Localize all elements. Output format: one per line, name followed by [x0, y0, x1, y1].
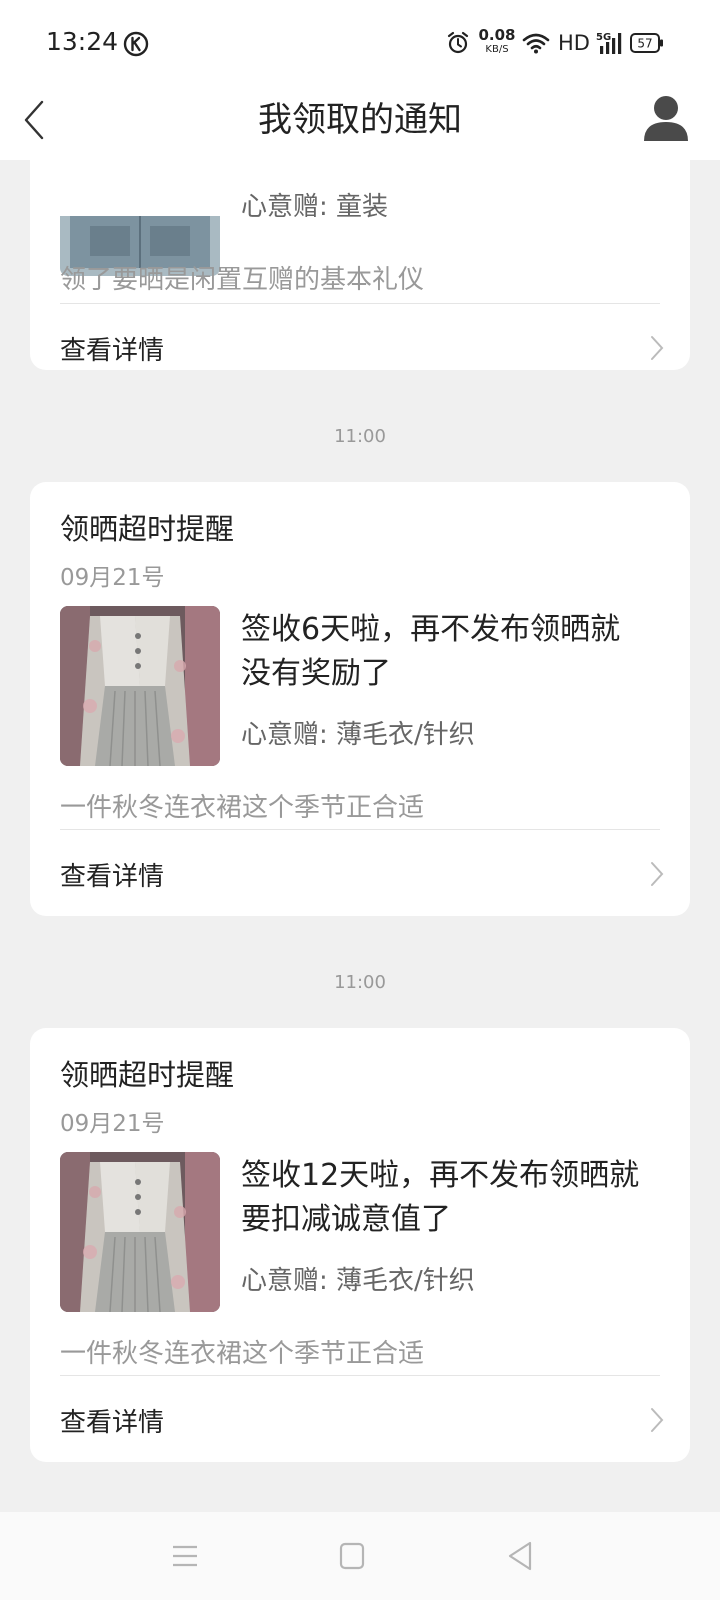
gift-category: 心意赠: 童装	[241, 192, 389, 222]
notification-card: 领晒超时提醒 09月21号	[30, 1028, 690, 1462]
notification-message: 签收12天啦，再不发布领晒就 要扣减诚意值了	[241, 1154, 661, 1242]
card-date: 09月21号	[60, 565, 165, 591]
network-speed-value: 0.08	[478, 26, 516, 44]
time-separator: 11:00	[334, 426, 386, 447]
hd-indicator: HD	[558, 31, 590, 55]
k-app-icon	[123, 31, 149, 57]
view-details-button[interactable]: 查看详情	[30, 304, 690, 390]
view-details-button[interactable]: 查看详情	[30, 1376, 690, 1462]
alarm-icon	[447, 31, 469, 54]
product-thumbnail-dress[interactable]	[60, 606, 220, 766]
avatar-button[interactable]	[640, 88, 692, 148]
header-bar: 我领取的通知	[0, 80, 720, 160]
menu-icon	[173, 1545, 197, 1567]
view-details-label: 查看详情	[60, 1408, 165, 1438]
time-separator: 11:00	[334, 972, 386, 993]
view-details-label: 查看详情	[60, 862, 165, 892]
notification-message-line2: 没有奖励了	[241, 656, 391, 691]
view-details-label: 查看详情	[60, 336, 165, 366]
user-avatar-icon	[644, 96, 688, 141]
battery-icon: 57	[630, 33, 664, 53]
product-thumbnail-dress[interactable]	[60, 1152, 220, 1312]
notification-card: 领晒超时提醒 09月21号	[30, 482, 690, 916]
signal-5g-icon: 5G	[596, 32, 622, 54]
network-speed: 0.08 KB/S	[477, 28, 517, 55]
svg-text:5G: 5G	[596, 32, 611, 43]
nav-back-button[interactable]	[500, 1538, 540, 1574]
battery-level: 57	[637, 37, 652, 51]
notification-message-line1: 签收6天啦，再不发布领晒就	[241, 612, 621, 647]
back-triangle-icon	[508, 1541, 532, 1571]
notification-message: 签收6天啦，再不发布领晒就 没有奖励了	[241, 608, 661, 696]
card-description: 一件秋冬连衣裙这个季节正合适	[60, 793, 425, 823]
notification-list: 心意赠: 童装 领了要晒是闲置互赠的基本礼仪 查看详情 11:00 领晒超时提醒…	[0, 160, 720, 1512]
nav-menu-button[interactable]	[165, 1538, 205, 1574]
chevron-right-icon	[651, 862, 664, 886]
home-square-icon	[339, 1542, 365, 1570]
notification-message-line2: 要扣减诚意值了	[241, 1202, 451, 1237]
card-title: 领晒超时提醒	[60, 512, 235, 546]
system-nav-bar	[0, 1512, 720, 1600]
status-time: 13:24	[46, 27, 119, 56]
notification-card: 心意赠: 童装 领了要晒是闲置互赠的基本礼仪 查看详情	[30, 160, 690, 370]
gift-category: 心意赠: 薄毛衣/针织	[241, 720, 475, 750]
card-title: 领晒超时提醒	[60, 1058, 235, 1092]
wifi-icon	[522, 33, 550, 54]
nav-home-button[interactable]	[332, 1538, 372, 1574]
notification-message-line1: 签收12天啦，再不发布领晒就	[241, 1158, 640, 1193]
status-bar: 13:24 0.08 KB/S HD 5G 57	[0, 0, 720, 80]
gift-category: 心意赠: 薄毛衣/针织	[241, 1266, 475, 1296]
card-date: 09月21号	[60, 1111, 165, 1137]
card-description: 领了要晒是闲置互赠的基本礼仪	[60, 265, 425, 295]
view-details-button[interactable]: 查看详情	[30, 830, 690, 916]
chevron-right-icon	[651, 336, 664, 360]
page-title: 我领取的通知	[258, 100, 462, 140]
chevron-right-icon	[651, 1408, 664, 1432]
card-description: 一件秋冬连衣裙这个季节正合适	[60, 1339, 425, 1369]
network-speed-unit: KB/S	[485, 44, 509, 55]
